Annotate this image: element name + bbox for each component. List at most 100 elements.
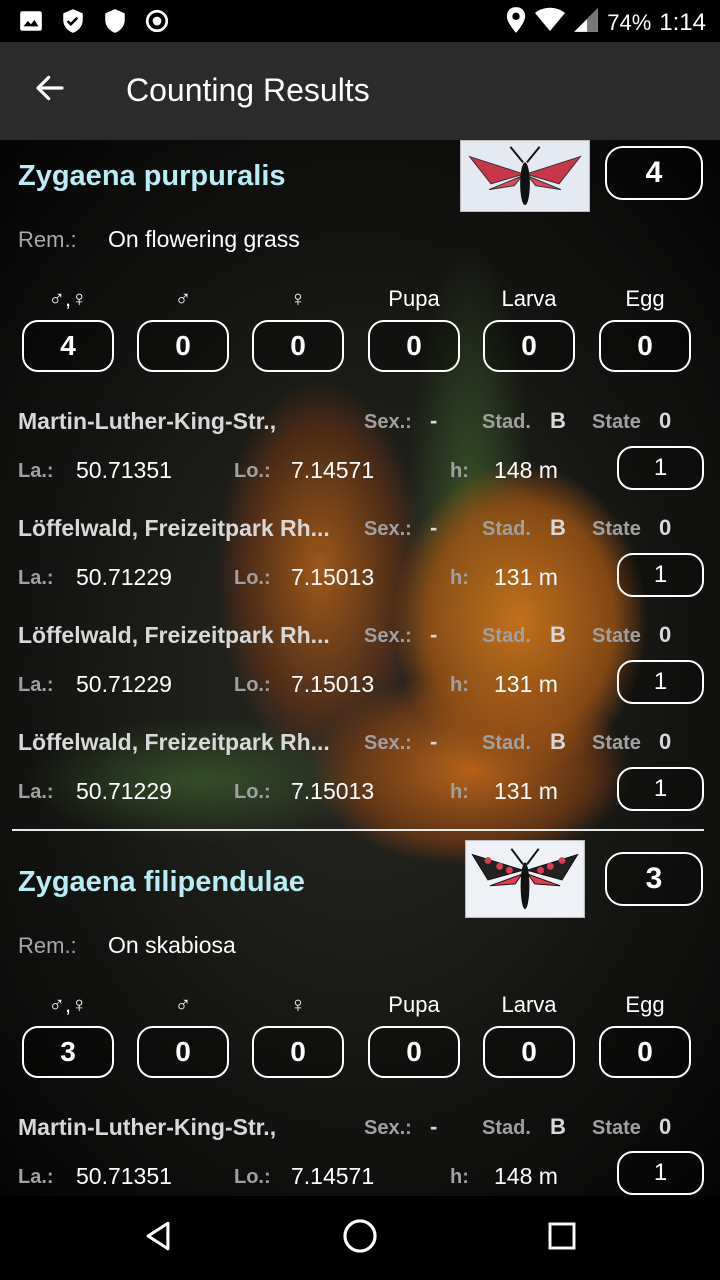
- stage-count-egg[interactable]: 0: [599, 1026, 691, 1078]
- stage-count-male-female[interactable]: 4: [22, 320, 114, 372]
- species-total-count[interactable]: 3: [605, 852, 703, 906]
- nav-recents-button[interactable]: [540, 1216, 584, 1260]
- state-value: 0: [659, 622, 672, 647]
- sex-label: Sex.:: [364, 1117, 412, 1139]
- record-location: Martin-Luther-King-Str.,: [18, 408, 277, 434]
- stad-label: Stad.: [482, 1117, 531, 1139]
- longitude-value: 7.15013: [291, 671, 375, 697]
- state-value: 0: [659, 515, 672, 540]
- longitude-value: 7.14571: [291, 457, 375, 483]
- stage-label-male-female: ♂,♀: [48, 286, 88, 311]
- species-name[interactable]: Zygaena filipendulae: [18, 866, 305, 899]
- longitude-label: Lo.:: [234, 567, 271, 589]
- stage-label-male-female: ♂,♀: [48, 992, 88, 1017]
- nav-back-button[interactable]: [136, 1216, 180, 1260]
- stage-label-female: ♀: [289, 992, 307, 1017]
- page-title: Counting Results: [126, 72, 370, 108]
- stage-count-female[interactable]: 0: [252, 320, 344, 372]
- record-location: Löffelwald, Freizeitpark Rh...: [18, 729, 330, 755]
- stage-count-egg[interactable]: 0: [599, 320, 691, 372]
- sex-label: Sex.:: [364, 625, 412, 647]
- stage-count-male[interactable]: 0: [137, 1026, 229, 1078]
- remark-text: On flowering grass: [108, 226, 300, 252]
- sex-label: Sex.:: [364, 411, 412, 433]
- sex-value: -: [430, 408, 438, 433]
- stad-label: Stad.: [482, 625, 531, 647]
- stad-value: B: [550, 729, 566, 754]
- sex-value: -: [430, 622, 438, 647]
- latitude-value: 50.71351: [76, 1163, 172, 1189]
- back-triangle-icon: [141, 1219, 175, 1258]
- latitude-label: La.:: [18, 781, 54, 803]
- record-count[interactable]: 1: [617, 767, 704, 811]
- stad-label: Stad.: [482, 518, 531, 540]
- record-location: Löffelwald, Freizeitpark Rh...: [18, 515, 330, 541]
- stage-count-larva[interactable]: 0: [483, 320, 575, 372]
- species-thumbnail[interactable]: [460, 140, 590, 212]
- species-thumbnail[interactable]: [465, 840, 585, 918]
- longitude-value: 7.15013: [291, 564, 375, 590]
- stad-value: B: [550, 408, 566, 433]
- stad-value: B: [550, 1114, 566, 1139]
- stage-label-male: ♂: [174, 992, 192, 1017]
- stage-label-male: ♂: [174, 286, 192, 311]
- stage-count-female[interactable]: 0: [252, 1026, 344, 1078]
- stage-count-pupa[interactable]: 0: [368, 1026, 460, 1078]
- latitude-label: La.:: [18, 460, 54, 482]
- sex-label: Sex.:: [364, 518, 412, 540]
- record-icon: [144, 8, 170, 34]
- state-value: 0: [659, 729, 672, 754]
- location-icon: [505, 6, 527, 40]
- height-label: h:: [450, 1166, 469, 1188]
- latitude-label: La.:: [18, 567, 54, 589]
- latitude-label: La.:: [18, 1166, 54, 1188]
- record-count[interactable]: 1: [617, 553, 704, 597]
- shield-check-icon: [60, 8, 86, 34]
- stage-count-larva[interactable]: 0: [483, 1026, 575, 1078]
- recents-square-icon: [546, 1220, 578, 1257]
- longitude-value: 7.15013: [291, 778, 375, 804]
- longitude-label: Lo.:: [234, 781, 271, 803]
- signal-icon: [573, 7, 599, 39]
- stage-label-larva: Larva: [501, 992, 557, 1017]
- record-location: Löffelwald, Freizeitpark Rh...: [18, 622, 330, 648]
- stage-label-larva: Larva: [501, 286, 557, 311]
- species-divider: [12, 829, 704, 831]
- longitude-label: Lo.:: [234, 674, 271, 696]
- state-label: State: [592, 1117, 641, 1139]
- height-label: h:: [450, 674, 469, 696]
- stage-label-pupa: Pupa: [388, 992, 440, 1017]
- species-name[interactable]: Zygaena purpuralis: [18, 160, 286, 193]
- latitude-label: La.:: [18, 674, 54, 696]
- record-count[interactable]: 1: [617, 446, 704, 490]
- sex-value: -: [430, 515, 438, 540]
- remark-label: Rem.:: [18, 227, 77, 252]
- height-value: 131 m: [494, 671, 558, 697]
- image-icon: [18, 8, 44, 34]
- app-bar: Counting Results: [0, 42, 720, 140]
- stage-count-male[interactable]: 0: [137, 320, 229, 372]
- stage-count-pupa[interactable]: 0: [368, 320, 460, 372]
- stage-label-egg: Egg: [625, 286, 665, 311]
- height-label: h:: [450, 460, 469, 482]
- sex-value: -: [430, 729, 438, 754]
- remark-text: On skabiosa: [108, 932, 236, 958]
- back-button[interactable]: [24, 64, 76, 116]
- record-count[interactable]: 1: [617, 660, 704, 704]
- latitude-value: 50.71229: [76, 671, 172, 697]
- latitude-value: 50.71229: [76, 778, 172, 804]
- height-value: 131 m: [494, 564, 558, 590]
- longitude-value: 7.14571: [291, 1163, 375, 1189]
- results-list[interactable]: Zygaena purpuralis 4 Rem.: On flowering …: [0, 140, 720, 1196]
- stage-count-male-female[interactable]: 3: [22, 1026, 114, 1078]
- state-value: 0: [659, 408, 672, 433]
- stage-label-female: ♀: [289, 286, 307, 311]
- arrow-left-icon: [34, 72, 66, 109]
- latitude-value: 50.71229: [76, 564, 172, 590]
- state-label: State: [592, 411, 641, 433]
- nav-home-button[interactable]: [338, 1216, 382, 1260]
- record-count[interactable]: 1: [617, 1151, 704, 1195]
- state-label: State: [592, 732, 641, 754]
- species-total-count[interactable]: 4: [605, 146, 703, 200]
- height-value: 131 m: [494, 778, 558, 804]
